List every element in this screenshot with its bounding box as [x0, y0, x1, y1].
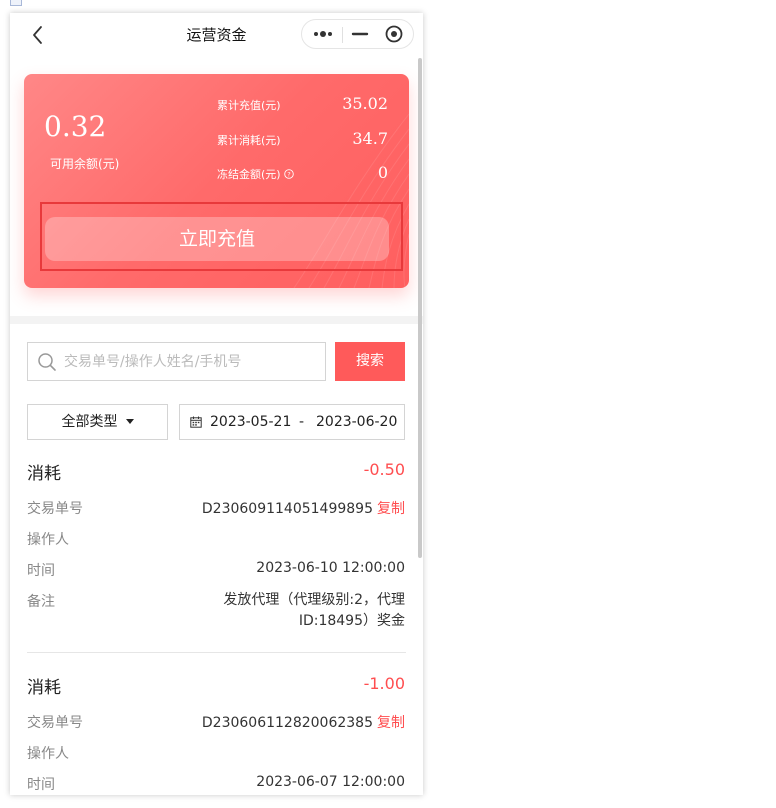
svg-text:?: ?	[287, 171, 290, 179]
date-separator: -	[299, 414, 305, 430]
frozen-amount-label: 冻结金额(元)	[217, 168, 281, 181]
time-value: 2023-06-07 12:00:00	[256, 774, 405, 790]
record-amount: -1.00	[363, 674, 405, 693]
available-balance: 0.32	[44, 110, 107, 143]
total-recharge-label: 累计充值(元)	[217, 99, 281, 112]
total-consumption-value: 34.7	[352, 129, 388, 148]
capsule-divider	[342, 27, 343, 43]
frozen-amount-value: 0	[377, 163, 388, 182]
total-consumption-label: 累计消耗(元)	[217, 134, 281, 147]
caret-down-icon	[125, 419, 134, 424]
operator-label: 操作人	[27, 746, 69, 762]
record-type: 消耗	[27, 464, 61, 484]
time-value: 2023-06-10 12:00:00	[256, 560, 405, 576]
frozen-amount-row: 冻结金额(元) ?	[217, 166, 294, 182]
mini-program-capsule	[301, 19, 414, 49]
phone-frame: 运营资金 0.32 可用余额(元) 累计充值(元) 35.02 累计消耗(元) …	[10, 13, 423, 795]
order-no-value: D230606112820062385	[201, 715, 373, 731]
type-select-value: 全部类型	[61, 414, 118, 430]
search-input[interactable]	[64, 343, 320, 380]
order-no-row: D230609114051499895 复制	[202, 498, 405, 518]
date-end: 2023-06-20	[316, 414, 398, 430]
target-circle-icon[interactable]	[382, 20, 406, 48]
corner-marker	[10, 0, 22, 6]
date-start: 2023-05-21	[210, 414, 292, 430]
date-range-picker[interactable]: 2023-05-21 - 2023-06-20	[179, 404, 405, 440]
copy-button[interactable]: 复制	[377, 715, 405, 731]
order-no-row: D230606112820062385 复制	[202, 712, 405, 732]
available-balance-label: 可用余额(元)	[50, 157, 120, 171]
question-circle-icon[interactable]: ?	[283, 169, 294, 179]
section-divider	[10, 316, 423, 324]
order-no-label: 交易单号	[27, 501, 83, 517]
time-label: 时间	[27, 777, 55, 793]
more-dots-icon[interactable]	[310, 20, 336, 48]
note-value: 发放代理（代理级别:2，代理ID:18495）奖金	[223, 592, 405, 629]
time-label: 时间	[27, 563, 55, 579]
record-divider	[27, 652, 406, 653]
total-recharge-value: 35.02	[342, 94, 388, 113]
note-label: 备注	[27, 594, 55, 610]
order-no-label: 交易单号	[27, 715, 83, 731]
nav-bar: 运营资金	[10, 13, 423, 57]
scrollbar[interactable]	[418, 58, 422, 558]
balance-card: 0.32 可用余额(元) 累计充值(元) 35.02 累计消耗(元) 34.7 …	[24, 74, 409, 288]
minimize-icon[interactable]	[348, 20, 372, 48]
search-button[interactable]: 搜索	[335, 342, 405, 381]
copy-button[interactable]: 复制	[377, 501, 405, 517]
type-select[interactable]: 全部类型	[27, 404, 168, 440]
operator-label: 操作人	[27, 532, 69, 548]
calendar-icon	[190, 416, 202, 428]
search-box	[27, 342, 326, 381]
search-icon	[38, 353, 56, 371]
record-type: 消耗	[27, 678, 61, 698]
record-amount: -0.50	[363, 460, 405, 479]
order-no-value: D230609114051499895	[201, 501, 373, 517]
recharge-button[interactable]: 立即充值	[45, 217, 389, 261]
